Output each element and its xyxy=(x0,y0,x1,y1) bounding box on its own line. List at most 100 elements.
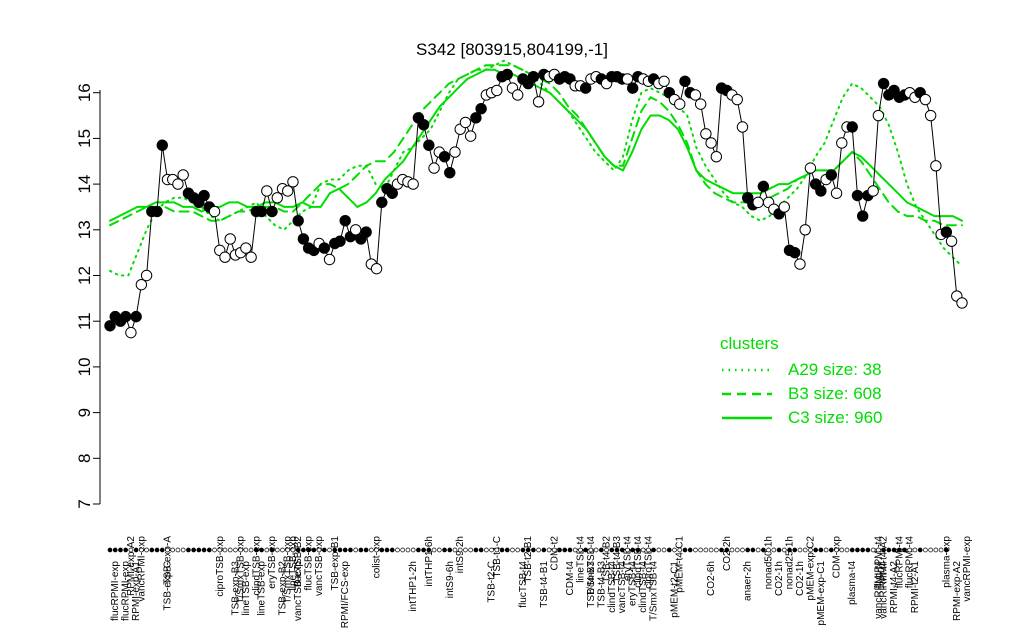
rug-marker xyxy=(813,547,818,553)
rug-marker xyxy=(191,547,196,553)
rug-marker xyxy=(154,547,160,553)
y-tick-label: 13 xyxy=(75,220,94,239)
rug-marker xyxy=(280,547,285,553)
sample-label: TSB-t4-B3 xyxy=(596,561,607,608)
sample-point xyxy=(282,185,294,197)
sample-label: plasma-exp xyxy=(941,536,952,588)
rug-marker xyxy=(348,547,353,553)
sample-point xyxy=(794,258,806,270)
sample-point xyxy=(339,214,351,227)
sample-point xyxy=(318,242,331,254)
sample-point xyxy=(177,169,189,181)
sample-point xyxy=(804,162,817,174)
rug-marker xyxy=(593,547,599,553)
rug-marker xyxy=(781,547,787,553)
rug-marker xyxy=(389,547,395,553)
rug-marker xyxy=(933,547,939,553)
rug-marker xyxy=(614,547,620,553)
sample-label: RPMI-t2-A1 xyxy=(910,561,921,614)
rug-marker xyxy=(421,547,426,553)
sample-point xyxy=(679,75,691,87)
sample-point xyxy=(710,150,723,163)
rug-marker xyxy=(233,547,238,553)
rug-marker xyxy=(133,547,139,553)
sample-point xyxy=(198,189,210,202)
rug-marker xyxy=(630,547,636,553)
rug-marker xyxy=(196,547,202,553)
rug-marker xyxy=(745,547,751,553)
sample-line xyxy=(109,73,963,335)
rug-marker xyxy=(536,547,541,553)
rug-marker xyxy=(212,547,217,553)
sample-point xyxy=(292,214,304,227)
sample-label: CO2-6h xyxy=(706,561,717,596)
sample-label: vancTSB-exp xyxy=(293,561,304,621)
rug-marker xyxy=(938,547,944,553)
rug-marker xyxy=(494,547,500,553)
sample-label: pMEM-exp-C2 xyxy=(805,536,816,601)
y-axis: 7 8 9 10 11 12 13 14 15 16 xyxy=(75,83,100,509)
y-tick-label: 11 xyxy=(75,312,94,330)
rug-marker xyxy=(457,547,463,553)
rug-marker xyxy=(902,547,907,553)
rug-marker xyxy=(792,547,798,553)
rug-marker xyxy=(661,547,667,553)
rug-marker xyxy=(426,547,432,553)
rug-marker xyxy=(849,547,855,553)
sample-label: eryTSB-exp xyxy=(267,536,278,589)
sample-label: intTHP1-6h xyxy=(424,536,435,587)
rug-marker xyxy=(656,547,662,553)
rug-marker xyxy=(259,547,264,553)
sample-point xyxy=(475,102,487,115)
rug-marker xyxy=(912,547,918,553)
rug-marker xyxy=(321,547,327,553)
sample-label: TSB-t2-C xyxy=(487,561,498,603)
rug-marker xyxy=(290,547,296,553)
sample-label: ciproTSB-exp xyxy=(215,536,226,597)
rug-marker xyxy=(478,547,484,553)
sample-label: anaer-2h xyxy=(743,561,754,601)
rug-marker xyxy=(567,547,573,553)
sample-point xyxy=(376,196,388,209)
rug-marker xyxy=(844,547,850,553)
rug-marker xyxy=(583,547,589,553)
rug-marker xyxy=(886,547,892,553)
rug-marker xyxy=(504,547,510,553)
rug-marker xyxy=(562,547,568,553)
rug-marker xyxy=(206,547,212,553)
sample-point xyxy=(579,82,592,94)
sample-point xyxy=(135,278,148,291)
sample-label: intS9-2h xyxy=(455,536,466,573)
sample-label: TSB-t4-B3 xyxy=(586,561,597,608)
sample-point xyxy=(271,192,283,204)
sample-point xyxy=(621,73,634,85)
sample-point xyxy=(208,205,221,218)
rug-marker xyxy=(646,547,651,553)
sample-point xyxy=(945,235,958,247)
rug-marker xyxy=(724,547,730,553)
rug-marker xyxy=(144,547,149,553)
sample-point xyxy=(877,77,890,90)
sample-label: flucRPMI-exp xyxy=(121,561,132,621)
rug-marker xyxy=(238,547,244,553)
rug-marker xyxy=(598,547,604,553)
y-tick-label: 8 xyxy=(75,454,94,463)
sample-point xyxy=(360,226,372,238)
sample-point xyxy=(872,109,885,122)
rug-marker xyxy=(222,547,228,553)
sample-point xyxy=(825,169,838,181)
rug-marker xyxy=(588,547,594,553)
sample-label: clindTSB-t4 xyxy=(607,561,618,613)
rug-marker xyxy=(771,547,777,553)
sample-point xyxy=(778,201,790,213)
sample-point xyxy=(705,137,717,149)
sample-point xyxy=(924,109,937,122)
sample-point xyxy=(851,189,864,202)
sample-label: vancRPMI-t4 xyxy=(879,561,890,619)
rug-marker xyxy=(243,547,249,553)
rug-marker xyxy=(128,547,134,553)
rug-marker xyxy=(489,547,494,553)
y-tick-label: 14 xyxy=(75,175,94,194)
rug-marker xyxy=(264,547,270,553)
sample-point xyxy=(532,96,545,108)
